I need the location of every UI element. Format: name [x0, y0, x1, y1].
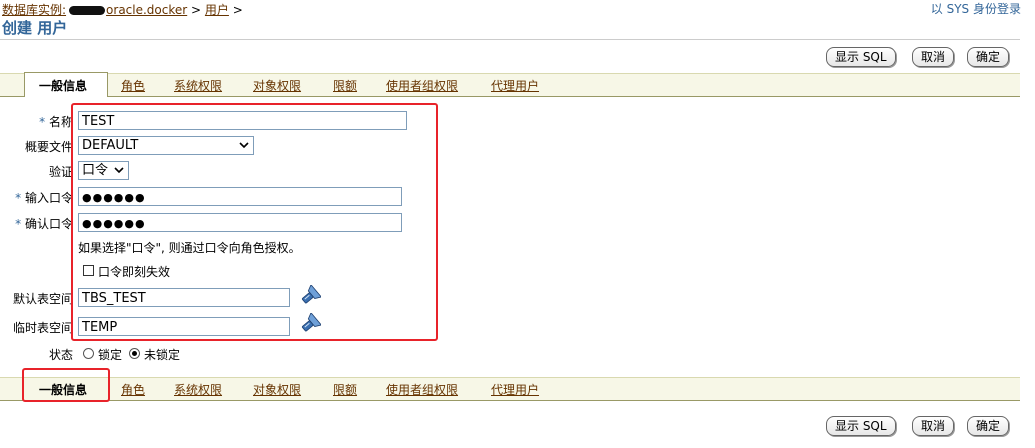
breadcrumb-separator: > [191, 3, 202, 17]
tab-proxy-users-bottom[interactable]: 代理用户 [491, 381, 539, 398]
status-unlocked-label: 未锁定 [144, 348, 181, 362]
redacted-mark [69, 6, 106, 15]
tab-bar-top: 一般信息 角色 系统权限 对象权限 限额 使用者组权限 代理用户 [0, 72, 1020, 97]
tab-roles[interactable]: 角色 [121, 77, 145, 94]
tab-quotas-bottom[interactable]: 限额 [333, 381, 357, 398]
ok-button-bottom[interactable]: 确定 [967, 416, 1010, 436]
auth-label: 验证 [48, 165, 73, 179]
confirm-password-label: * 确认口令 [15, 217, 73, 231]
cancel-button-bottom[interactable]: 取消 [912, 416, 955, 436]
status-locked-radio[interactable] [83, 348, 94, 359]
login-status: 以 SYS 身份登录 [930, 2, 1021, 16]
password-label: * 输入口令 [15, 191, 73, 205]
tab-roles-bottom[interactable]: 角色 [121, 381, 145, 398]
breadcrumb-users-link[interactable]: 用户 [205, 3, 229, 17]
tab-consumer-groups-bottom[interactable]: 使用者组权限 [386, 381, 458, 398]
name-label: * 名称 [39, 115, 73, 129]
breadcrumb-db-instance-label[interactable]: 数据库实例: [2, 3, 66, 17]
profile-label: 概要文件 [24, 140, 73, 154]
tab-quotas[interactable]: 限额 [333, 77, 357, 94]
cancel-button[interactable]: 取消 [912, 47, 955, 67]
tab-system-privileges-bottom[interactable]: 系统权限 [174, 381, 222, 398]
header-divider [0, 39, 1020, 40]
tab-proxy-users[interactable]: 代理用户 [491, 77, 539, 94]
page-title: 创建 用户 [2, 19, 68, 37]
tab-object-privileges[interactable]: 对象权限 [253, 77, 301, 94]
tab-consumer-groups[interactable]: 使用者组权限 [386, 77, 458, 94]
temp-tablespace-label: 临时表空间 [12, 321, 73, 335]
breadcrumb-db-instance-link[interactable]: oracle.docker [106, 3, 187, 17]
highlight-box-form [71, 103, 438, 341]
tab-system-privileges[interactable]: 系统权限 [174, 77, 222, 94]
show-sql-button-bottom[interactable]: 显示 SQL [826, 416, 896, 436]
status-locked-label: 锁定 [98, 348, 123, 362]
tab-object-privileges-bottom[interactable]: 对象权限 [253, 381, 301, 398]
highlight-box-tab [22, 368, 110, 402]
default-tablespace-label: 默认表空间 [12, 292, 73, 306]
breadcrumb: 数据库实例: oracle.docker > 用户 > [2, 1, 243, 18]
tab-bar-bottom: 一般信息 角色 系统权限 对象权限 限额 使用者组权限 代理用户 [0, 377, 1020, 401]
breadcrumb-separator: > [232, 3, 243, 17]
status-unlocked-radio[interactable] [129, 348, 140, 359]
ok-button[interactable]: 确定 [967, 47, 1010, 67]
status-label: 状态 [48, 348, 73, 362]
show-sql-button[interactable]: 显示 SQL [826, 47, 896, 67]
tab-general[interactable]: 一般信息 [39, 77, 87, 94]
